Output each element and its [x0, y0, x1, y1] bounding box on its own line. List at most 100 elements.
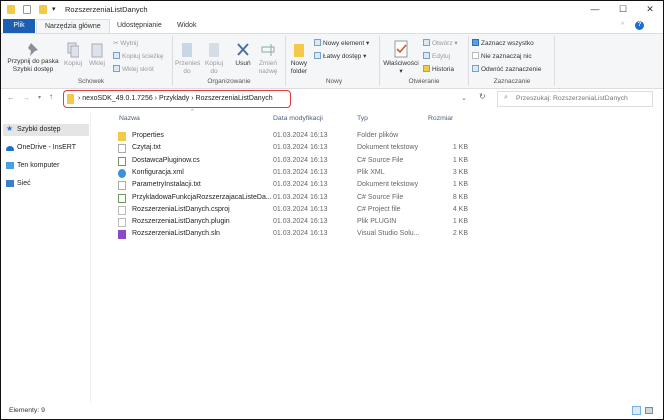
open-icon — [423, 39, 430, 46]
select-all-button[interactable]: Zaznacz wszystko — [472, 39, 534, 47]
column-header-type[interactable]: Typ — [357, 115, 368, 122]
file-row[interactable]: RozszerzeniaListDanych.sln 01.03.2024 16… — [114, 228, 474, 240]
nav-item-ten-komputer[interactable]: Ten komputer — [3, 160, 89, 172]
breadcrumb-item[interactable]: Przyklady — [159, 95, 189, 102]
divider — [285, 36, 286, 86]
breadcrumb-item[interactable]: nexoSDK_49.0.1.7256 — [82, 95, 152, 102]
pin-quick-access-button[interactable]: Przypnij do paska Szybki dostęp — [5, 42, 61, 74]
breadcrumb-item[interactable]: RozszerzeniaListDanych — [196, 95, 273, 102]
file-name: DostawcaPluginow.cs — [132, 156, 200, 164]
file-row[interactable]: Konfiguracja.xml 01.03.2024 16:13 Plik X… — [114, 167, 474, 179]
file-row[interactable]: DostawcaPluginow.cs 01.03.2024 16:13 C# … — [114, 155, 474, 167]
search-icon: ⌕ — [504, 94, 508, 101]
column-header-date[interactable]: Data modyfikacji — [273, 115, 323, 122]
nav-item-szybki-dostep[interactable]: ★ Szybki dostęp — [3, 124, 89, 136]
column-header-size[interactable]: Rozmiar — [428, 115, 453, 122]
properties-check-icon — [394, 40, 408, 58]
new-folder-quick-icon[interactable] — [39, 5, 47, 14]
file-size: 1 KB — [452, 156, 468, 164]
move-to-button[interactable]: Przenieś do — [175, 42, 200, 76]
delete-x-icon — [237, 43, 249, 56]
select-none-button[interactable]: Nie zaznaczaj nic — [472, 52, 532, 60]
column-header-name[interactable]: Nazwa — [119, 115, 140, 122]
file-row[interactable]: ParametryInstalacji.txt 01.03.2024 16:13… — [114, 179, 474, 191]
file-name: RozszerzeniaListDanych.csproj — [132, 205, 230, 213]
file-name: RozszerzeniaListDanych.sln — [132, 230, 220, 238]
collapse-ribbon-icon[interactable]: ^ — [621, 22, 624, 29]
paste-shortcut-icon — [113, 65, 120, 72]
copy-button[interactable]: Kopiuj — [63, 42, 83, 68]
minimize-button[interactable]: — — [585, 4, 605, 14]
easy-access-button[interactable]: Łatwy dostęp ▾ — [314, 52, 366, 60]
navigation-pane: ★ Szybki dostęp OneDrive - InsERT Ten kom… — [1, 113, 91, 403]
group-label-zaznaczanie: Zaznaczanie — [493, 78, 531, 85]
paste-button[interactable]: Wklej — [87, 42, 107, 68]
file-date: 01.03.2024 16:13 — [273, 132, 328, 139]
forward-arrow-icon[interactable]: → — [22, 93, 30, 102]
paste-shortcut-button[interactable]: Wklej skrót — [113, 65, 154, 73]
copy-to-button[interactable]: Kopiuj do — [202, 42, 226, 76]
folder-file-icon — [118, 132, 126, 141]
maximize-button[interactable]: ☐ — [613, 4, 633, 15]
new-folder-button[interactable]: Nowy folder — [288, 42, 310, 76]
history-button[interactable]: Historia — [423, 65, 454, 73]
search-input[interactable]: ⌕ Przeszukaj: RozszerzeniaListDanych — [497, 91, 653, 107]
details-view-icon[interactable] — [632, 406, 641, 415]
file-date: 01.03.2024 16:13 — [273, 144, 328, 152]
file-date: 01.03.2024 16:13 — [273, 168, 328, 176]
properties-button[interactable]: Właściwości ▾ — [382, 40, 420, 76]
address-dropdown-icon[interactable]: ⌄ — [461, 94, 467, 102]
file-row[interactable]: Properties 01.03.2024 16:13 Folder plikó… — [114, 130, 474, 142]
close-button[interactable]: ✕ — [640, 4, 660, 15]
tab-plik[interactable]: Plik — [3, 19, 35, 33]
sort-ascending-icon: ^ — [191, 109, 194, 115]
file-date: 01.03.2024 16:13 — [273, 230, 328, 238]
file-type: C# Source File — [357, 193, 404, 201]
rename-button[interactable]: Zmień nazwę — [257, 42, 279, 76]
copy-path-icon — [113, 52, 120, 59]
address-bar[interactable]: › nexoSDK_49.0.1.7256 › Przyklady › Rozs… — [63, 90, 291, 108]
ribbon-tabs: Plik Narzędzia główne Udostępnianie Wido… — [1, 19, 663, 33]
cut-button[interactable]: ✂ Wytnij — [113, 39, 138, 47]
nav-item-onedrive[interactable]: OneDrive - InsERT — [3, 142, 89, 154]
tab-narzedzia-glowne[interactable]: Narzędzia główne — [36, 19, 110, 33]
divider — [379, 36, 380, 86]
folder-icon — [67, 94, 74, 104]
file-type: Visual Studio Solu... — [357, 230, 420, 238]
delete-button[interactable]: Usuń — [232, 42, 254, 68]
file-type: Plik XML — [357, 168, 385, 176]
file-name: Czytaj.txt — [132, 144, 161, 152]
file-name: PrzykladowaFunkcjaRozszerzajacaListeDa..… — [132, 193, 272, 201]
file-row[interactable]: Czytaj.txt 01.03.2024 16:13 Dokument tek… — [114, 142, 474, 154]
nav-item-siec[interactable]: Sieć — [3, 178, 89, 190]
cloud-icon — [6, 146, 14, 151]
file-row[interactable]: RozszerzeniaListDanych.plugin 01.03.2024… — [114, 216, 474, 228]
edit-button[interactable]: Edytuj — [423, 52, 450, 60]
large-icons-view-icon[interactable] — [645, 407, 653, 414]
properties-quick-icon[interactable] — [23, 5, 31, 14]
star-icon: ★ — [6, 124, 14, 133]
new-folder-icon — [294, 44, 304, 57]
open-button[interactable]: Otwórz ▾ — [423, 39, 458, 47]
back-arrow-icon[interactable]: ← — [7, 93, 15, 102]
easy-access-icon — [314, 52, 321, 59]
copy-path-button[interactable]: Kopiuj ścieżkę — [113, 52, 164, 60]
divider — [554, 36, 555, 86]
help-icon[interactable]: ? — [635, 21, 644, 30]
invert-selection-icon — [472, 65, 479, 72]
invert-selection-button[interactable]: Odwróć zaznaczenie — [472, 65, 541, 73]
group-label-organizowanie: Organizowanie — [207, 78, 251, 85]
tab-widok[interactable]: Widok — [169, 19, 204, 33]
move-icon — [182, 43, 192, 57]
quick-access-dropdown-icon[interactable]: ▾ — [52, 5, 56, 13]
tab-udostepnianie[interactable]: Udostępnianie — [109, 19, 170, 33]
up-arrow-icon[interactable]: ↑ — [49, 92, 53, 101]
file-row[interactable]: RozszerzeniaListDanych.csproj 01.03.2024… — [114, 204, 474, 216]
file-date: 01.03.2024 16:13 — [273, 205, 328, 213]
refresh-icon[interactable]: ↻ — [479, 92, 486, 101]
text-file-icon — [118, 144, 126, 154]
recent-locations-icon[interactable]: ▾ — [38, 94, 41, 101]
file-row[interactable]: PrzykladowaFunkcjaRozszerzajacaListeDa..… — [114, 192, 474, 204]
file-size: 1 KB — [452, 144, 468, 152]
new-item-button[interactable]: Nowy element ▾ — [314, 39, 369, 47]
